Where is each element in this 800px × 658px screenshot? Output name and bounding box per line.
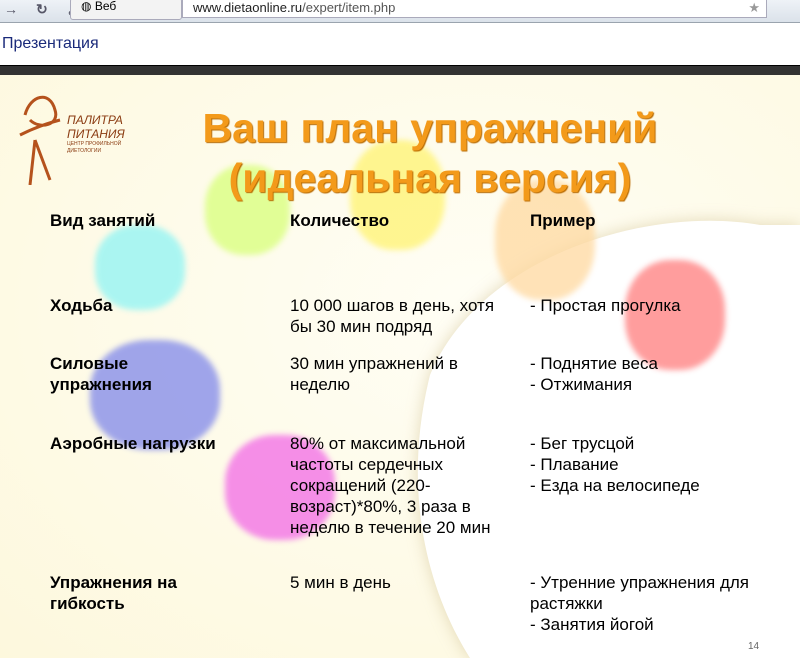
web-chip-label: Веб xyxy=(94,0,117,13)
url-domain: www.dietaonline.ru xyxy=(193,0,303,15)
page-title: Презентация xyxy=(2,35,99,52)
row-example: - Бег трусцой - Плавание - Езда на велосип… xyxy=(530,433,770,496)
row-type: Упражнения на гибкость xyxy=(50,573,177,613)
star-icon[interactable]: ★ xyxy=(748,0,760,17)
reload-icon[interactable]: ↻ xyxy=(36,1,48,18)
row-example: - Поднятие веса - Отжимания xyxy=(530,353,770,395)
example-item: - Простая прогулка xyxy=(530,296,681,315)
row-amount: 10 000 шагов в день, хотя бы 30 мин подр… xyxy=(290,296,495,336)
forward-icon[interactable]: → xyxy=(4,1,18,17)
header-type: Вид занятий xyxy=(50,211,156,230)
example-item: - Плавание xyxy=(530,455,619,474)
slide: ПАЛИТРА ПИТАНИЯ ЦЕНТР ПРОФИЛЬНОЙ ДИЕТОЛО… xyxy=(0,75,800,658)
browser-toolbar: → ↻ ⚷ ◍ Веб www.dietaonline.ru/expert/it… xyxy=(0,0,800,23)
globe-icon: ◍ xyxy=(81,0,92,13)
example-item: - Занятия йогой xyxy=(530,615,654,634)
address-bar[interactable]: www.dietaonline.ru/expert/item.php ★ xyxy=(182,0,767,18)
row-type: Силовые упражнения xyxy=(50,354,152,394)
row-example: - Простая прогулка xyxy=(530,295,770,316)
slide-title: Ваш план упражнений (идеальная версия) xyxy=(120,103,740,203)
url-path: /expert/item.php xyxy=(302,0,396,15)
row-amount: 5 мин в день xyxy=(290,573,391,592)
example-item: - Отжимания xyxy=(530,375,633,394)
row-amount: 30 мин упражнений в неделю xyxy=(290,354,458,394)
title-line2: (идеальная версия) xyxy=(228,155,632,201)
row-amount: 80% от максимальной частоты сердечных со… xyxy=(290,434,491,537)
row-type: Ходьба xyxy=(50,296,113,315)
row-example: - Утренние упражнения для растяжки - Заня… xyxy=(530,572,770,635)
row-type: Аэробные нагрузки xyxy=(50,434,216,453)
header-example: Пример xyxy=(530,211,596,230)
example-item: - Бег трусцой xyxy=(530,434,635,453)
presentation-bar xyxy=(0,65,800,75)
web-chip[interactable]: ◍ Веб xyxy=(70,0,182,20)
example-item: - Утренние упражнения для растяжки xyxy=(530,573,750,613)
page-number: 14 xyxy=(748,641,760,652)
logo-figure-icon xyxy=(19,96,61,186)
header-amount: Количество xyxy=(290,211,390,230)
title-line1: Ваш план упражнений xyxy=(202,105,658,151)
example-item: - Поднятие веса xyxy=(530,354,658,373)
example-item: - Езда на велосипеде xyxy=(530,476,700,495)
